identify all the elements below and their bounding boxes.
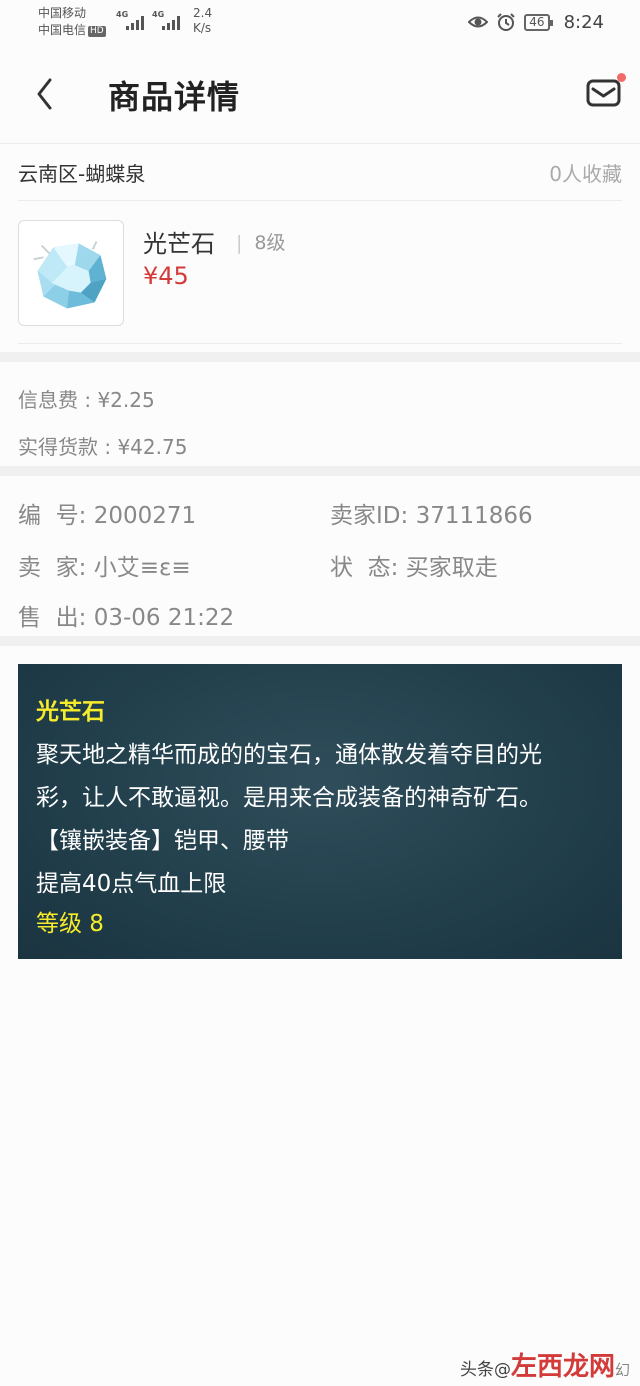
trade-details: 编 号: 2000271 卖家ID: 37111866 卖 家: 小艾≡ε≡ 状… <box>0 476 640 636</box>
hd-badge: HD <box>88 26 106 37</box>
section-divider <box>0 636 640 646</box>
order-number-value: 2000271 <box>93 503 197 529</box>
eye-icon <box>468 16 489 28</box>
watermark-suffix: 幻 <box>615 1361 631 1379</box>
battery-indicator: 46 <box>524 13 553 31</box>
signal-bars-1 <box>126 14 144 30</box>
divider <box>18 343 622 344</box>
description-title: 光芒石 <box>36 699 105 725</box>
seller-id: 卖家ID: 37111866 <box>330 496 533 530</box>
description-effect: 提高40点气血上限 <box>36 871 227 897</box>
status-bar: 中国移动 中国电信 HD 4G 4G 2.4 K/s 46 8:24 <box>0 0 640 44</box>
chevron-left-icon <box>37 78 52 110</box>
divider <box>18 200 622 201</box>
item-level-value: 8级 <box>254 232 286 254</box>
listing-meta-row: 云南区-蝴蝶泉 0人收藏 <box>0 146 640 201</box>
sold-time: 售 出: 03-06 21:22 <box>18 598 234 632</box>
unread-badge <box>617 73 626 82</box>
sold-value: 03-06 21:22 <box>93 605 235 631</box>
item-summary: 光芒石 | 8级 ¥45 <box>0 202 640 352</box>
seller: 卖 家: 小艾≡ε≡ <box>18 548 191 582</box>
item-description-panel: 光芒石 聚天地之精华而成的的宝石，通体散发着夺目的光 彩，让人不敢逼视。是用来合… <box>18 664 622 959</box>
mail-icon <box>586 79 621 107</box>
description-line: 彩，让人不敢逼视。是用来合成装备的神奇矿石。 <box>36 785 542 811</box>
section-divider <box>0 466 640 476</box>
seller-id-value: 37111866 <box>415 503 533 529</box>
sold-label: 售 出: <box>18 605 87 631</box>
item-name: 光芒石 <box>143 230 215 258</box>
back-button[interactable] <box>30 74 70 114</box>
net-payment: 实得货款 : ¥42.75 <box>18 435 188 459</box>
clock: 8:24 <box>563 11 604 33</box>
order-number: 编 号: 2000271 <box>18 496 196 530</box>
fee-section: 信息费 : ¥2.25 实得货款 : ¥42.75 <box>0 362 640 466</box>
speed-unit: K/s <box>193 21 212 35</box>
description-body: 聚天地之精华而成的的宝石，通体散发着夺目的光 彩，让人不敢逼视。是用来合成装备的… <box>36 734 611 906</box>
favorite-count[interactable]: 0人收藏 <box>549 158 622 187</box>
watermark: 头条@左西龙网幻 <box>460 1346 630 1383</box>
navigation-bar: 商品详情 <box>0 44 640 144</box>
trade-status: 状 态: 买家取走 <box>330 548 498 582</box>
item-thumbnail[interactable] <box>18 220 124 326</box>
gem-icon <box>33 241 107 309</box>
carrier-info: 中国移动 中国电信 HD <box>38 5 106 39</box>
alarm-icon <box>497 13 516 31</box>
carrier-1: 中国移动 <box>38 6 87 20</box>
item-level: | 8级 <box>236 228 286 255</box>
carrier-2: 中国电信 <box>38 23 87 37</box>
seller-label: 卖 家: <box>18 555 87 581</box>
level-separator: | <box>236 232 243 254</box>
info-fee: 信息费 : ¥2.25 <box>18 388 155 412</box>
status-label: 状 态: <box>330 555 399 581</box>
seller-value: 小艾≡ε≡ <box>93 555 191 581</box>
item-price: ¥45 <box>143 262 189 290</box>
speed-value: 2.4 <box>193 6 213 20</box>
seller-id-label: 卖家ID: <box>330 503 409 529</box>
order-number-label: 编 号: <box>18 503 87 529</box>
server-name: 云南区-蝴蝶泉 <box>18 162 146 186</box>
status-value: 买家取走 <box>405 555 498 581</box>
watermark-prefix: 头条@ <box>460 1360 511 1380</box>
signal-bars-2 <box>162 14 180 30</box>
description-level: 等级 8 <box>36 911 104 937</box>
description-line: 聚天地之精华而成的的宝石，通体散发着夺目的光 <box>36 742 542 768</box>
section-divider <box>0 352 640 362</box>
page-title: 商品详情 <box>108 78 241 116</box>
carrier-2-row: 中国电信 HD <box>38 22 106 39</box>
description-inlay: 【镶嵌装备】铠甲、腰带 <box>36 828 289 854</box>
network-speed: 2.4 K/s <box>193 6 212 36</box>
status-right: 46 8:24 <box>468 9 604 35</box>
watermark-brand: 左西龙网 <box>511 1352 616 1382</box>
